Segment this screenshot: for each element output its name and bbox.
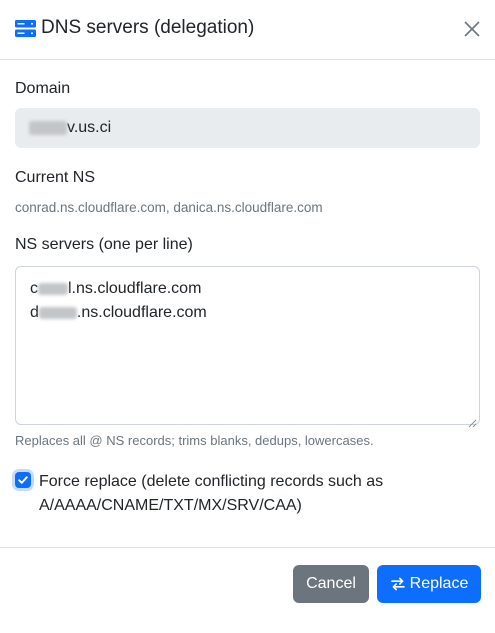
redacted-text: [29, 121, 67, 135]
domain-value: v.us.ci: [67, 119, 112, 136]
replace-button-label: Replace: [409, 575, 469, 592]
resize-handle-icon[interactable]: [467, 412, 477, 428]
ns-line-2-prefix: d: [30, 304, 39, 321]
dialog-title: DNS servers (delegation): [41, 17, 255, 38]
ns-line-2-suffix: .ns.cloudflare.com: [76, 304, 207, 321]
ns-line-1-prefix: c: [30, 280, 38, 297]
redacted-text: [38, 307, 77, 319]
force-replace-checkbox[interactable]: [15, 472, 31, 488]
close-icon: [464, 21, 480, 37]
dialog-header: DNS servers (delegation): [0, 0, 495, 60]
server-icon: [15, 19, 36, 37]
ns-servers-hint: Replaces all @ NS records; trims blanks,…: [15, 433, 374, 448]
ns-line-1-suffix: l.ns.cloudflare.com: [68, 280, 202, 297]
domain-label: Domain: [15, 80, 71, 97]
ns-servers-textarea[interactable]: c l.ns.cloudflare.com d .ns.cloudflare.com: [15, 266, 480, 428]
domain-field: v.us.ci: [15, 108, 480, 148]
swap-arrows-icon: [390, 577, 405, 591]
close-button[interactable]: [461, 18, 483, 40]
replace-button[interactable]: Replace: [377, 565, 481, 603]
checkmark-icon: [18, 476, 28, 484]
current-ns-value: conrad.ns.cloudflare.com, danica.ns.clou…: [15, 200, 323, 215]
dialog-title-group: DNS servers (delegation): [15, 17, 254, 39]
current-ns-label: Current NS: [15, 169, 96, 186]
ns-line-1: c l.ns.cloudflare.com: [30, 277, 465, 301]
cancel-button[interactable]: Cancel: [293, 565, 369, 603]
dialog-footer: Cancel Replace: [0, 547, 495, 633]
redacted-text: [38, 283, 68, 295]
force-replace-label[interactable]: Force replace (delete conflicting record…: [39, 470, 449, 518]
ns-line-2: d .ns.cloudflare.com: [30, 301, 465, 325]
ns-servers-label: NS servers (one per line): [15, 236, 193, 253]
